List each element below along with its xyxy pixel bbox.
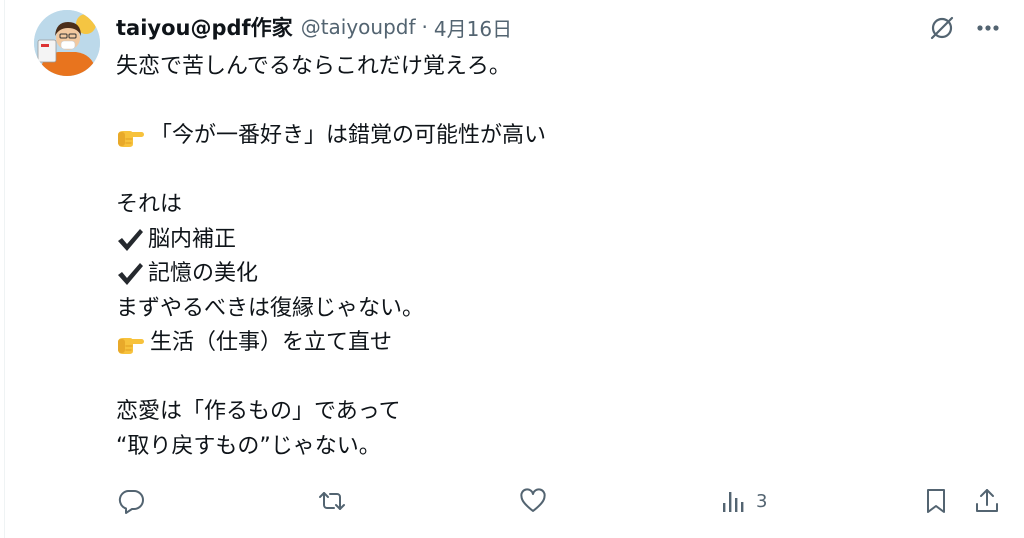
- pointing-right-hand-icon: [116, 332, 146, 355]
- tweet-date[interactable]: 4月16日: [434, 13, 512, 42]
- reply-button[interactable]: [116, 486, 146, 516]
- tweet-line: 生活（仕事）を立て直せ: [116, 326, 916, 361]
- tweet-line: 失恋で苦しんでるならこれだけ覚えろ。: [116, 50, 916, 85]
- tweet-line: それは: [116, 188, 916, 223]
- bookmark-icon: [927, 489, 945, 513]
- tweet-line-text: まずやるべきは復縁じゃない。: [116, 295, 425, 321]
- tweet-text: 失恋で苦しんでるならこれだけ覚えろ。「今が一番好き」は錯覚の可能性が高いそれは脳…: [116, 50, 916, 464]
- like-icon: [520, 488, 546, 512]
- tweet-header: taiyou@pdf作家 @taiyoupdf · 4月16日: [116, 12, 512, 42]
- user-handle[interactable]: @taiyoupdf: [301, 15, 416, 39]
- tweet-line-text: 脳内補正: [148, 226, 237, 252]
- reply-icon: [118, 490, 144, 514]
- view-count: 3: [756, 490, 768, 512]
- retweet-icon: [319, 492, 345, 510]
- tweet-line-text: 記憶の美化: [148, 261, 259, 286]
- tweet-line-text: 生活（仕事）を立て直せ: [150, 330, 393, 355]
- share-button[interactable]: [972, 486, 1002, 516]
- separator-dot: ·: [421, 15, 428, 39]
- grok-icon[interactable]: [926, 12, 958, 44]
- share-icon: [976, 489, 998, 512]
- pointing-right-hand-icon: [116, 125, 146, 148]
- tweet-line: 「今が一番好き」は錯覚の可能性が高い: [116, 119, 916, 154]
- tweet-line-text: 失恋で苦しんでるならこれだけ覚えろ。: [116, 54, 511, 79]
- tweet-line-text: それは: [116, 192, 183, 217]
- views-button[interactable]: 3: [720, 486, 767, 516]
- avatar[interactable]: [34, 10, 100, 76]
- tweet-line: 恋愛は「作るもの」であって: [116, 395, 916, 430]
- tweet-line: 記憶の美化: [116, 257, 916, 292]
- tweet-line-text: “取り戻すもの”じゃない。: [116, 433, 381, 459]
- tweet-line-text: 恋愛は「作るもの」であって: [116, 399, 401, 424]
- like-button[interactable]: [518, 486, 548, 516]
- tweet-line: “取り戻すもの”じゃない。: [116, 430, 916, 465]
- views-icon: [723, 492, 744, 512]
- display-name[interactable]: taiyou@pdf作家: [116, 12, 293, 42]
- tweet-line: まずやるべきは復縁じゃない。: [116, 292, 916, 327]
- tweet[interactable]: taiyou@pdf作家 @taiyoupdf · 4月16日 失恋で苦しんでる…: [0, 0, 1024, 538]
- tweet-line-text: 「今が一番好き」は錯覚の可能性が高い: [150, 123, 547, 148]
- more-icon[interactable]: [972, 12, 1004, 44]
- check-mark-icon: [116, 227, 144, 253]
- tweet-line: 脳内補正: [116, 223, 916, 258]
- check-mark-icon: [116, 261, 144, 287]
- retweet-button[interactable]: [316, 486, 348, 516]
- bookmark-button[interactable]: [922, 486, 950, 516]
